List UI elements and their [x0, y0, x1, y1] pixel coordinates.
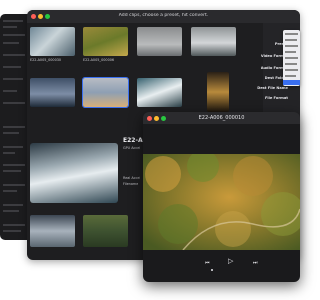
- sidebar-line: [3, 102, 25, 104]
- clip-thumbnail[interactable]: [30, 78, 75, 107]
- sidebar-line: [3, 126, 25, 128]
- sidebar-line: [3, 26, 17, 28]
- sidebar-line: [3, 190, 17, 192]
- detail-preview-image: [30, 143, 118, 203]
- clip-name: [191, 57, 236, 63]
- detail-meta: GPU Accel: [123, 146, 141, 150]
- video-frame: [143, 154, 300, 250]
- dropdown-item[interactable]: [285, 63, 297, 65]
- clip-thumbnail[interactable]: [137, 27, 182, 56]
- sidebar-line: [3, 20, 23, 22]
- viewer-window: E22-A006_000010 ⏮ ▷ ⏭: [143, 112, 300, 282]
- dropdown-item[interactable]: [285, 33, 298, 35]
- clip-thumbnail[interactable]: [30, 215, 75, 247]
- dropdown-item[interactable]: [285, 51, 296, 53]
- sidebar-line: [3, 132, 19, 134]
- dropdown-item[interactable]: [285, 75, 296, 77]
- sidebar-line: [3, 170, 21, 172]
- detail-meta: Filename: [123, 182, 139, 186]
- title-bar: Add clips, choose a preset, hit convert.: [27, 10, 300, 23]
- sidebar-line: [3, 90, 17, 92]
- clip-name: [30, 108, 75, 114]
- clip-thumbnail-selected[interactable]: [82, 77, 129, 108]
- viewer-title-bar: E22-A006_000010: [143, 112, 300, 124]
- dropdown-item[interactable]: [285, 45, 298, 47]
- sidebar-line: [3, 152, 15, 154]
- clip-thumbnail[interactable]: [191, 27, 236, 56]
- clip-thumbnail[interactable]: [30, 27, 75, 56]
- viewer-title: E22-A006_000010: [198, 115, 245, 121]
- sidebar-line: [3, 204, 23, 206]
- dest-file-name-label: Dest File Name: [257, 86, 288, 90]
- window-title: Add clips, choose a preset, hit convert.: [118, 13, 209, 18]
- sidebar-line: [3, 54, 25, 56]
- forest-scene-image: [143, 154, 300, 250]
- clip-thumbnail[interactable]: [137, 78, 182, 107]
- sidebar-line: [3, 224, 25, 226]
- sidebar-line: [3, 34, 25, 36]
- sidebar-line: [3, 66, 21, 68]
- clip-name: E22-A005_000030: [30, 58, 62, 62]
- sidebar-line: [3, 146, 23, 148]
- sidebar-line: [3, 78, 23, 80]
- sidebar-line: [3, 230, 21, 232]
- dropdown-item-selected[interactable]: [283, 80, 300, 85]
- clip-thumbnail[interactable]: [83, 215, 128, 247]
- dropdown-item[interactable]: [285, 57, 298, 59]
- play-icon[interactable]: ▷: [228, 258, 233, 265]
- clip-name: E22-A005_000006: [83, 58, 115, 62]
- sidebar-line: [3, 164, 25, 166]
- dropdown-item[interactable]: [285, 69, 298, 71]
- skip-forward-icon[interactable]: ⏭: [253, 260, 258, 267]
- sidebar-line: [3, 210, 19, 212]
- skip-back-icon[interactable]: ⏮: [205, 260, 210, 267]
- clip-thumbnail[interactable]: [83, 27, 128, 56]
- clip-name: [83, 108, 128, 114]
- sidebar-line: [3, 42, 19, 44]
- dropdown-item[interactable]: [285, 39, 297, 41]
- clip-name: [137, 57, 182, 63]
- playhead-indicator[interactable]: [211, 269, 213, 271]
- preset-dropdown-menu[interactable]: [283, 30, 300, 86]
- file-format-label: File Format: [264, 96, 288, 100]
- detail-meta: Real Accel: [123, 176, 141, 180]
- sidebar-line: [3, 184, 25, 186]
- clip-thumbnail-portrait[interactable]: [207, 72, 229, 112]
